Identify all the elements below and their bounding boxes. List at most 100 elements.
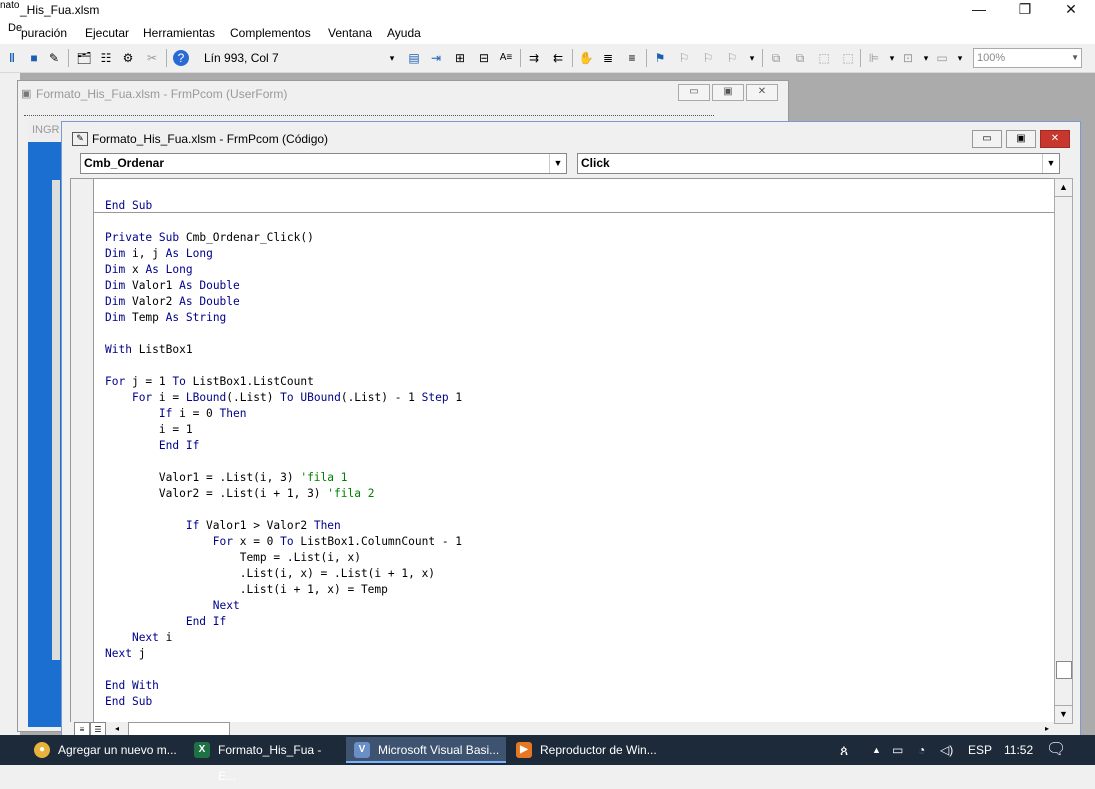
help-icon[interactable]: ? bbox=[173, 50, 189, 66]
outdent-icon[interactable]: ⇇ bbox=[550, 50, 566, 66]
app-title-prefix: nato bbox=[0, 0, 20, 11]
userform-minimize-button[interactable]: ▭ bbox=[678, 84, 710, 101]
taskbar-item-label: Agregar un nuevo m... bbox=[58, 743, 177, 757]
complete-word-icon[interactable]: A≡ bbox=[498, 50, 514, 66]
properties-icon[interactable]: ☷ bbox=[98, 50, 114, 66]
comment-block-icon[interactable]: ≣ bbox=[600, 50, 616, 66]
scroll-down-icon[interactable]: ▼ bbox=[1055, 705, 1072, 723]
taskbar-item-excel[interactable]: X Formato_His_Fua - E... bbox=[186, 737, 342, 783]
code-editor[interactable]: End Sub Private Sub Cmb_Ordenar_Click() … bbox=[70, 178, 1056, 724]
quick-info-icon[interactable]: ⊞ bbox=[452, 50, 468, 66]
media-player-icon: ▶ bbox=[516, 742, 532, 758]
taskbar-item-chrome[interactable]: ● Agregar un nuevo m... bbox=[26, 737, 182, 763]
align-dropdown-icon[interactable]: ▾ bbox=[884, 50, 900, 66]
toolbox-icon[interactable]: ✂ bbox=[144, 50, 160, 66]
scroll-up-icon[interactable]: ▲ bbox=[1055, 179, 1072, 197]
indent-icon[interactable]: ⇉ bbox=[526, 50, 542, 66]
size-icon[interactable]: ▭ bbox=[934, 50, 950, 66]
excel-icon: X bbox=[194, 742, 210, 758]
list-constants-icon[interactable]: ⇥ bbox=[428, 50, 444, 66]
list-properties-icon[interactable]: ▤ bbox=[406, 50, 422, 66]
toggle-bookmark-icon[interactable]: ⚑ bbox=[652, 50, 668, 66]
send-to-back-icon[interactable]: ⧉ bbox=[792, 50, 808, 66]
userform-maximize-button[interactable]: ▣ bbox=[712, 84, 744, 101]
scroll-right-icon[interactable]: ▸ bbox=[1040, 722, 1054, 735]
vertical-scrollbar[interactable]: ▲ ▼ bbox=[1054, 178, 1073, 724]
code-window-title: Formato_His_Fua.xlsm - FrmPcom (Código) bbox=[92, 132, 329, 146]
menu-ayuda[interactable]: Ayuda bbox=[387, 26, 421, 40]
scroll-thumb[interactable] bbox=[1056, 661, 1072, 679]
taskbar-item-label: Formato_His_Fua - E... bbox=[218, 743, 322, 783]
chevron-down-icon[interactable]: ▼ bbox=[1042, 154, 1059, 173]
menu-bar: De puración Ejecutar Herramientas Comple… bbox=[0, 22, 1095, 44]
taskbar-item-vba[interactable]: V Microsoft Visual Basi... bbox=[346, 737, 506, 763]
menu-herramientas[interactable]: Herramientas bbox=[143, 26, 215, 40]
uncomment-block-icon[interactable]: ≡ bbox=[624, 50, 640, 66]
userform-close-button[interactable]: ✕ bbox=[746, 84, 778, 101]
next-bookmark-icon[interactable]: ⚐ bbox=[676, 50, 692, 66]
procedure-combo-value: Click bbox=[581, 156, 610, 170]
restore-button[interactable]: ❐ bbox=[1002, 0, 1048, 20]
volume-icon[interactable]: ◁) bbox=[940, 735, 953, 765]
code-close-button[interactable]: ✕ bbox=[1040, 130, 1070, 148]
horizontal-scrollbar[interactable]: ≡ ☰ ◂ ▸ bbox=[70, 722, 1054, 737]
form-inner-control[interactable] bbox=[52, 180, 60, 660]
menu-depuracion-prefix[interactable]: De bbox=[8, 22, 22, 34]
zoom-value: 100% bbox=[977, 52, 1006, 64]
chevron-down-icon[interactable]: ▼ bbox=[549, 154, 566, 173]
clock[interactable]: 11:52 bbox=[1004, 735, 1033, 765]
code-maximize-button[interactable]: ▣ bbox=[1006, 130, 1036, 148]
app-title: _His_Fua.xlsm bbox=[20, 3, 100, 17]
notifications-icon[interactable]: 🗨 bbox=[1046, 735, 1066, 765]
code-minimize-button[interactable]: ▭ bbox=[972, 130, 1002, 148]
taskbar: ● Agregar un nuevo m... X Formato_His_Fu… bbox=[0, 735, 1095, 783]
language-indicator[interactable]: ESP bbox=[968, 735, 992, 765]
minimize-button[interactable]: — bbox=[956, 0, 1002, 20]
grip-icon: ‖ bbox=[9, 51, 15, 65]
design-mode-icon[interactable]: ✎ bbox=[46, 50, 62, 66]
clear-bookmarks-icon[interactable]: ⚐ bbox=[724, 50, 740, 66]
userform-window-icon: ▣ bbox=[21, 88, 32, 100]
taskbar-item-media-player[interactable]: ▶ Reproductor de Win... bbox=[508, 737, 664, 763]
procedure-combo[interactable]: Click ▼ bbox=[577, 153, 1060, 174]
scroll-left-icon[interactable]: ◂ bbox=[110, 722, 124, 735]
userform-window-title: Formato_His_Fua.xlsm - FrmPcom (UserForm… bbox=[36, 87, 288, 101]
project-explorer-icon[interactable]: 🗂 bbox=[76, 50, 92, 66]
stop-icon[interactable]: ■ bbox=[26, 50, 42, 66]
menu-ventana[interactable]: Ventana bbox=[328, 26, 372, 40]
parameter-info-icon[interactable]: ⊟ bbox=[476, 50, 492, 66]
zoom-select[interactable]: 100% ▼ bbox=[973, 48, 1082, 68]
center-dropdown-icon[interactable]: ▾ bbox=[918, 50, 934, 66]
taskbar-item-label: Reproductor de Win... bbox=[540, 743, 657, 757]
menu-ejecutar[interactable]: Ejecutar bbox=[85, 26, 129, 40]
previous-bookmark-icon[interactable]: ⚐ bbox=[700, 50, 716, 66]
form-resize-edge bbox=[24, 107, 714, 116]
toolbar-overflow-icon[interactable]: ▾ bbox=[384, 50, 400, 66]
people-icon[interactable]: ጰ bbox=[840, 735, 848, 765]
center-icon[interactable]: ⊡ bbox=[900, 50, 916, 66]
vba-icon: V bbox=[354, 742, 370, 758]
align-icon[interactable]: ⊫ bbox=[866, 50, 882, 66]
show-hidden-icons-icon[interactable]: ▲ bbox=[872, 735, 881, 765]
close-button[interactable]: ✕ bbox=[1048, 0, 1094, 20]
chevron-down-icon: ▼ bbox=[1071, 53, 1079, 62]
form-label-ingr: INGR bbox=[32, 124, 60, 136]
object-browser-icon[interactable]: ⚙ bbox=[120, 50, 136, 66]
menu-complementos[interactable]: Complementos bbox=[230, 26, 311, 40]
code-text[interactable]: End Sub Private Sub Cmb_Ordenar_Click() … bbox=[105, 198, 462, 710]
bring-to-front-icon[interactable]: ⧉ bbox=[768, 50, 784, 66]
code-window[interactable]: ✎ Formato_His_Fua.xlsm - FrmPcom (Código… bbox=[61, 121, 1081, 737]
battery-icon[interactable]: ▭ bbox=[892, 735, 903, 765]
size-dropdown-icon[interactable]: ▾ bbox=[952, 50, 968, 66]
object-combo[interactable]: Cmb_Ordenar ▼ bbox=[80, 153, 567, 174]
app-title-bar: nato _His_Fua.xlsm — ❐ ✕ bbox=[0, 0, 1095, 22]
wifi-icon[interactable]: ◔ bbox=[918, 735, 925, 765]
menu-depuracion[interactable]: puración bbox=[21, 26, 67, 40]
ungroup-icon[interactable]: ⬚ bbox=[840, 50, 856, 66]
toggle-breakpoint-icon[interactable]: ✋ bbox=[578, 50, 594, 66]
toolbar-overflow-icon-2[interactable]: ▾ bbox=[744, 50, 760, 66]
group-icon[interactable]: ⬚ bbox=[816, 50, 832, 66]
margin-indicator-bar[interactable] bbox=[71, 179, 94, 723]
cursor-position: Lín 993, Col 7 bbox=[198, 48, 390, 68]
taskbar-item-label: Microsoft Visual Basi... bbox=[378, 743, 500, 757]
